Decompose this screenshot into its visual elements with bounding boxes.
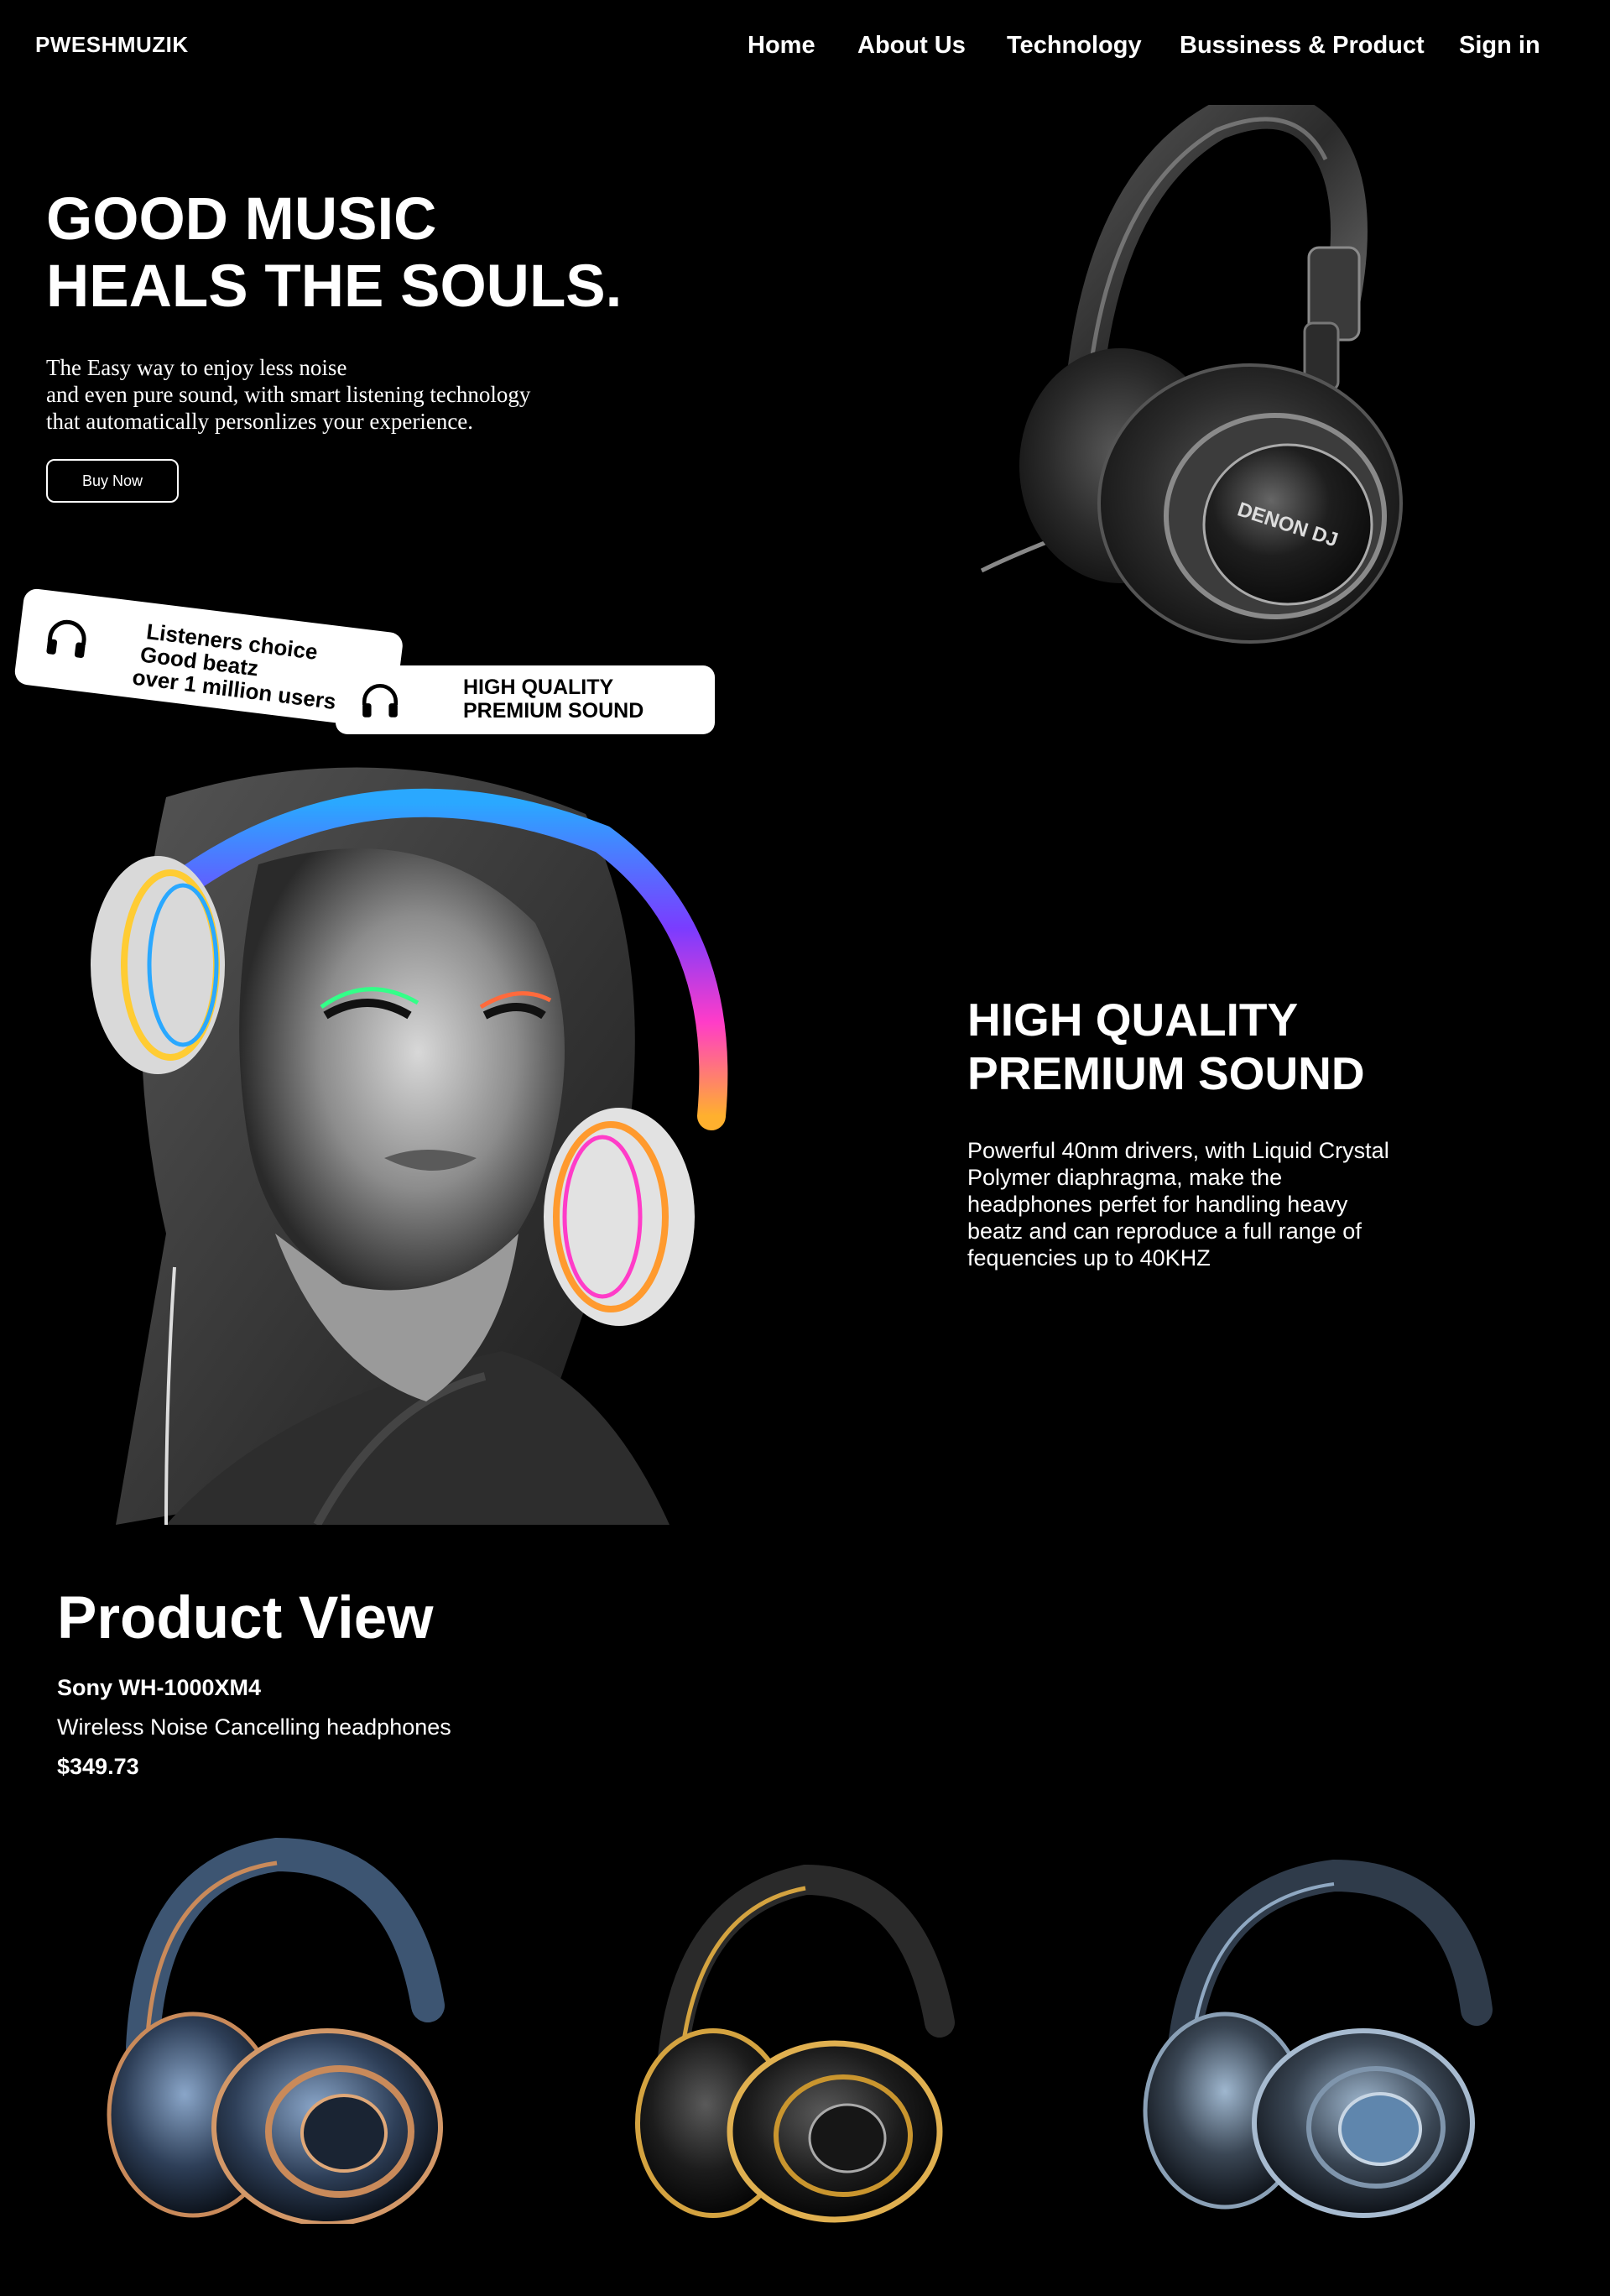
product-variant-steel-blue[interactable]	[1107, 1859, 1502, 2228]
product-variant-black-gold[interactable]	[612, 1863, 965, 2224]
hero-desc-line: and even pure sound, with smart listenin…	[46, 382, 531, 407]
sound-quality-description: Powerful 40nm drivers, with Liquid Cryst…	[967, 1138, 1389, 1271]
sound-quality-title: HIGH QUALITY PREMIUM SOUND	[967, 993, 1365, 1100]
product-name: Sony WH-1000XM4	[57, 1675, 262, 1700]
nav-technology[interactable]: Technology	[1007, 32, 1142, 60]
quality-badge-text: HIGH QUALITY PREMIUM SOUND	[463, 676, 643, 723]
hero-title: GOOD MUSIC HEALS THE SOULS.	[46, 186, 622, 321]
product-view-title: Product View	[57, 1585, 434, 1652]
listeners-badge-text: Listeners choice Good beatz over 1 milli…	[131, 618, 343, 714]
hero-description: The Easy way to enjoy less noise and eve…	[46, 354, 530, 435]
product-price: $349.73	[57, 1754, 139, 1779]
hero-desc-line: The Easy way to enjoy less noise	[46, 355, 347, 380]
nav-home[interactable]: Home	[748, 32, 815, 60]
buy-now-button[interactable]: Buy Now	[46, 459, 179, 503]
quality-badge: HIGH QUALITY PREMIUM SOUND	[336, 665, 715, 734]
sound-title-line: HIGH QUALITY	[967, 994, 1299, 1046]
nav-business-product[interactable]: Bussiness & Product	[1180, 32, 1425, 60]
hero-desc-line: that automatically personlizes your expe…	[46, 409, 474, 434]
product-subtitle: Wireless Noise Cancelling headphones	[57, 1714, 451, 1740]
hero-title-line: HEALS THE SOULS.	[46, 253, 623, 320]
hero-title-line: GOOD MUSIC	[46, 186, 437, 253]
hero-headphone-image: DENON DJ	[980, 105, 1403, 644]
nav-about-us[interactable]: About Us	[857, 32, 966, 60]
nav-sign-in[interactable]: Sign in	[1459, 32, 1540, 60]
product-variant-copper-blue[interactable]	[92, 1838, 461, 2224]
headphones-icon	[46, 619, 86, 658]
woman-headphones-image	[91, 767, 728, 1525]
sound-title-line: PREMIUM SOUND	[967, 1047, 1365, 1099]
headphones-icon	[362, 684, 399, 718]
badge-line: PREMIUM SOUND	[463, 699, 644, 723]
badge-line: HIGH QUALITY	[463, 676, 614, 699]
top-nav: Home About Us Technology Bussiness & Pro…	[0, 32, 1610, 65]
